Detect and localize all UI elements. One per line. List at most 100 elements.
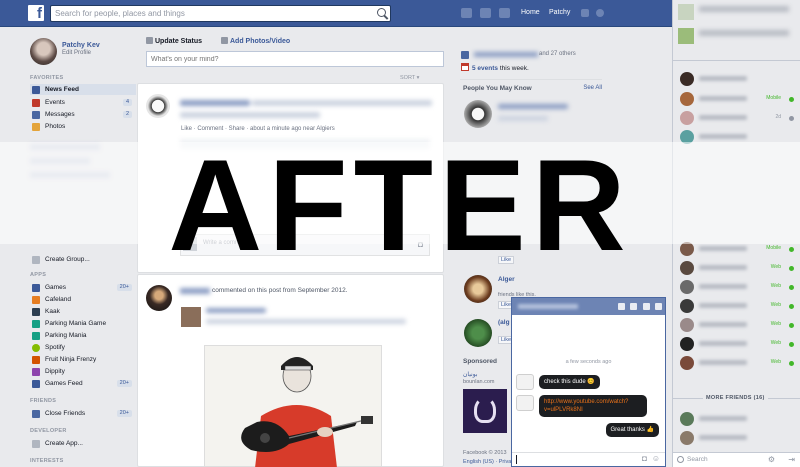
status-input[interactable] [147, 52, 443, 66]
fruit-ninja-icon [32, 356, 40, 364]
sidebar-item-parking-mania-game[interactable]: Parking Mania Game [30, 318, 136, 329]
suggestion-avatar[interactable] [464, 319, 492, 347]
chat-status: Web [770, 340, 781, 346]
sidebar-item-label: Create App... [45, 440, 83, 447]
chat-status: Web [770, 359, 781, 365]
sidebar-item-label: News Feed [45, 86, 79, 93]
chat-contact[interactable]: Web [677, 297, 799, 315]
add-photos-button[interactable]: Add Photos/Video [221, 37, 290, 45]
video-call-icon[interactable] [630, 303, 637, 310]
gear-icon[interactable]: ⚙ [768, 455, 775, 464]
ticker-avatar[interactable] [678, 4, 694, 20]
chat-contact[interactable]: Mobile [677, 90, 799, 108]
sidebar-item-label: Cafeland [45, 296, 72, 303]
profile-avatar[interactable] [30, 38, 57, 65]
news-feed-icon [32, 86, 40, 94]
calendar-icon [32, 99, 40, 107]
comment-author-avatar[interactable] [181, 307, 201, 327]
sidebar-item-photos[interactable]: Photos [30, 121, 136, 132]
home-link[interactable]: Home [521, 9, 540, 16]
sidebar-item-games-feed[interactable]: Games Feed 20+ [30, 378, 136, 389]
after-overlay-text: AFTER [168, 132, 632, 278]
gear-icon[interactable] [596, 9, 604, 17]
sidebar-item-fruit-ninja[interactable]: Fruit Ninja Frenzy [30, 354, 136, 365]
feed-story: commented on this post from September 20… [137, 274, 444, 467]
sidebar-item-events[interactable]: Events 4 [30, 97, 136, 108]
top-bar: f Search for people, places and things H… [0, 0, 672, 27]
sidebar-item-kaak[interactable]: Kaak [30, 306, 136, 317]
friend-requests-icon[interactable] [461, 8, 472, 18]
status-composer[interactable] [146, 51, 444, 67]
friends-heading: FRIENDS [30, 398, 57, 404]
sidebar-item-label: Events [45, 99, 65, 106]
chat-message-input[interactable]: ◘ ☺ [512, 452, 665, 466]
sidebar-item-cafeland[interactable]: Cafeland [30, 294, 136, 305]
sidebar-item-spotify[interactable]: Spotify [30, 342, 136, 353]
favorites-heading: FAVORITES [30, 75, 64, 81]
sidebar-item-parking-mania[interactable]: Parking Mania [30, 330, 136, 341]
chat-contact[interactable] [677, 429, 799, 447]
chat-window-header[interactable] [512, 298, 665, 315]
chat-search-placeholder: Search [687, 456, 708, 463]
blurred-suggestion [498, 104, 602, 123]
birthday-icon [461, 51, 469, 59]
chat-contact[interactable]: Web [677, 335, 799, 353]
chat-status: Web [770, 302, 781, 308]
hide-sidebar-icon[interactable]: ⇥ [788, 455, 795, 464]
blurred-chat-name [518, 304, 578, 309]
add-friends-icon[interactable] [618, 303, 625, 310]
sidebar-item-news-feed[interactable]: News Feed [30, 84, 136, 95]
events-reminder[interactable]: 5 events this week. [461, 63, 529, 72]
parking-icon [32, 320, 40, 328]
update-status-button[interactable]: Update Status [146, 37, 202, 45]
chat-search-input[interactable]: Search ⚙ ⇥ [673, 452, 800, 467]
chat-contact[interactable]: Web [677, 354, 799, 372]
chat-contact[interactable]: Web [677, 316, 799, 334]
profile-link[interactable]: Patchy [549, 9, 570, 16]
message-bubble: check this dude 😊 [539, 375, 600, 389]
profile-name[interactable]: Patchy Kev [62, 42, 100, 49]
sidebar-item-label: Close Friends [45, 410, 86, 417]
suggestion-name[interactable]: (alg [498, 319, 510, 326]
gear-icon[interactable] [643, 303, 650, 310]
chat-status: Web [770, 321, 781, 327]
chat-contact[interactable]: 2d [677, 109, 799, 127]
sidebar-item-dippity[interactable]: Dippity [30, 366, 136, 377]
sidebar-item-label: Fruit Ninja Frenzy [45, 356, 97, 363]
sort-dropdown[interactable]: SORT ▾ [400, 75, 419, 81]
chat-contact[interactable] [677, 410, 799, 428]
sidebar-item-close-friends[interactable]: Close Friends 20+ [30, 408, 136, 419]
sidebar-item-create-app[interactable]: Create App... [30, 438, 136, 449]
chat-contact[interactable] [677, 70, 799, 88]
post-photo[interactable] [204, 345, 382, 467]
ticker-avatar[interactable] [678, 28, 694, 44]
search-icon[interactable] [377, 8, 386, 17]
ad-title[interactable]: ﺑﻮﻧﻴﺎﻥ [463, 371, 477, 378]
sidebar-item-games[interactable]: Games 20+ [30, 282, 136, 293]
chat-contact[interactable]: Web [677, 278, 799, 296]
search-input[interactable]: Search for people, places and things [50, 5, 391, 22]
privacy-lock-icon[interactable] [581, 9, 589, 17]
message-timestamp: a few seconds ago [565, 359, 612, 365]
post-author-avatar[interactable] [146, 94, 170, 118]
messages-icon[interactable] [480, 8, 491, 18]
facebook-logo-icon[interactable]: f [28, 5, 44, 22]
close-friends-icon [32, 410, 40, 418]
suggestion-avatar[interactable] [464, 100, 492, 128]
search-placeholder: Search for people, places and things [55, 9, 185, 18]
sidebar-item-messages[interactable]: Messages 2 [30, 109, 136, 120]
close-icon[interactable] [655, 303, 662, 310]
ad-image[interactable] [463, 389, 507, 433]
camera-icon[interactable]: ◘ [642, 454, 647, 463]
message-link-bubble[interactable]: http://www.youtube.com/watch? v=ulPLVRk8… [539, 395, 647, 417]
others-text: and 27 others [539, 51, 576, 57]
suggestion-avatar[interactable] [464, 275, 492, 303]
sidebar-item-label: Messages [45, 111, 75, 118]
emoticon-icon[interactable]: ☺ [652, 454, 660, 463]
post-author-avatar[interactable] [146, 285, 172, 311]
edit-profile-link[interactable]: Edit Profile [62, 50, 91, 56]
see-all-link[interactable]: See All [583, 85, 602, 91]
sidebar-item-label: Parking Mania [45, 332, 87, 339]
footer-links[interactable]: English (US) · Privacy [463, 459, 517, 465]
notifications-icon[interactable] [499, 8, 510, 18]
